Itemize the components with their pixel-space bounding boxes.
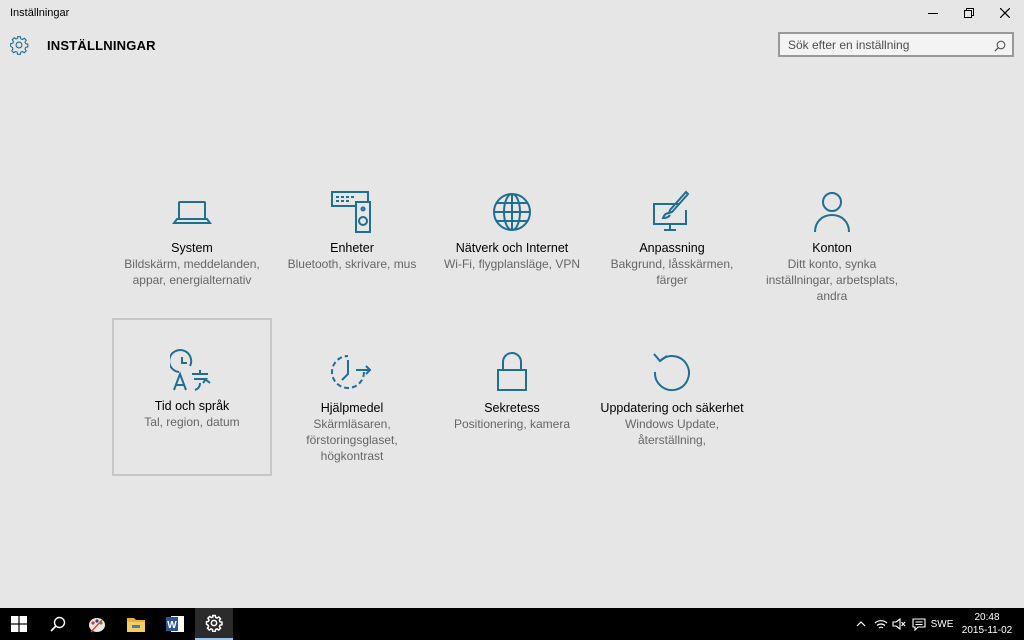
page-title: INSTÄLLNINGAR [47, 38, 156, 53]
category-name: Enheter [330, 241, 374, 255]
keyboard-speaker-icon [330, 190, 374, 239]
category-devices[interactable]: Enheter Bluetooth, skrivare, mus [272, 160, 432, 318]
action-center-icon [912, 617, 926, 631]
windows-logo-icon [11, 616, 27, 632]
category-description: Tal, region, datum [144, 415, 240, 429]
restore-button[interactable] [950, 0, 988, 26]
search-input[interactable] [780, 34, 1012, 55]
close-icon [1000, 8, 1010, 18]
category-name: Konton [812, 241, 852, 255]
ease-of-access-icon [330, 350, 374, 399]
laptop-icon [170, 190, 214, 239]
volume-muted-icon [892, 618, 906, 630]
category-name: Tid och språk [154, 399, 230, 413]
search-icon[interactable] [994, 39, 1006, 57]
wifi-icon [874, 620, 888, 629]
start-button[interactable] [0, 608, 38, 640]
close-button[interactable] [986, 0, 1024, 26]
refresh-icon [650, 350, 694, 399]
volume-button[interactable] [890, 608, 908, 640]
category-name: Sekretess [484, 401, 540, 415]
word-app-icon: W [166, 616, 184, 632]
gear-icon [205, 614, 223, 632]
category-ease-of-access[interactable]: Hjälpmedel Skärmläsaren, förstoringsglas… [272, 320, 432, 478]
taskbar-paint[interactable] [78, 608, 116, 640]
input-language-button[interactable]: SWE [929, 608, 955, 640]
category-description: Windows Update, återställning, [624, 417, 720, 447]
paint-brush-icon [650, 190, 694, 239]
category-description: Bakgrund, låsskärmen, färger [610, 257, 734, 287]
category-name: Anpassning [639, 241, 705, 255]
taskbar: W SWE 20:48 2015-11-02 [0, 608, 1024, 640]
category-description: Positionering, kamera [453, 417, 571, 431]
category-accounts[interactable]: Konton Ditt konto, synka inställningar, … [752, 160, 912, 318]
svg-text:W: W [167, 620, 177, 631]
category-time-language[interactable]: Tid och språk Tal, region, datum [112, 318, 272, 476]
gear-icon [9, 35, 29, 60]
category-name: Nätverk och Internet [455, 241, 569, 255]
clock[interactable]: 20:48 2015-11-02 [958, 611, 1016, 637]
category-personalization[interactable]: Anpassning Bakgrund, låsskärmen, färger [592, 160, 752, 318]
clock-date: 2015-11-02 [961, 625, 1013, 636]
category-description: Wi-Fi, flygplansläge, VPN [443, 257, 581, 271]
category-system[interactable]: System Bildskärm, meddelanden, appar, en… [112, 160, 272, 318]
window-title: Inställningar [10, 7, 70, 19]
taskbar-search-button[interactable] [39, 608, 77, 640]
category-name: Hjälpmedel [320, 401, 384, 415]
clock-time: 20:48 [974, 612, 1000, 623]
input-language: SWE [930, 618, 954, 630]
category-description: Skärmläsaren, förstoringsglaset, högkont… [306, 417, 398, 463]
category-description: Ditt konto, synka inställningar, arbetsp… [765, 257, 899, 303]
chevron-up-icon [856, 621, 866, 627]
paint-app-icon [89, 618, 105, 633]
network-button[interactable] [872, 608, 890, 640]
folder-icon [127, 618, 145, 632]
category-description: Bildskärm, meddelanden, appar, energialt… [124, 257, 260, 287]
taskbar-word[interactable]: W [156, 608, 194, 640]
globe-icon [490, 190, 534, 239]
category-name: System [171, 241, 213, 255]
minimize-icon [928, 13, 938, 14]
padlock-icon [490, 350, 534, 399]
taskbar-file-explorer[interactable] [117, 608, 155, 640]
category-update-security[interactable]: Uppdatering och säkerhet Windows Update,… [592, 320, 752, 478]
category-name: Uppdatering och säkerhet [600, 401, 744, 415]
search-box[interactable] [778, 32, 1014, 57]
category-description: Bluetooth, skrivare, mus [287, 257, 417, 271]
title-bar: Inställningar [0, 0, 1024, 26]
person-icon [810, 190, 854, 239]
search-icon [50, 616, 66, 632]
show-hidden-icons-button[interactable] [852, 608, 870, 640]
category-privacy[interactable]: Sekretess Positionering, kamera [432, 320, 592, 478]
action-center-button[interactable] [909, 608, 929, 640]
category-network[interactable]: Nätverk och Internet Wi-Fi, flygplansläg… [432, 160, 592, 318]
clock-language-icon [168, 348, 214, 397]
minimize-button[interactable] [914, 0, 952, 26]
restore-icon [964, 8, 974, 18]
taskbar-settings[interactable] [195, 608, 233, 640]
